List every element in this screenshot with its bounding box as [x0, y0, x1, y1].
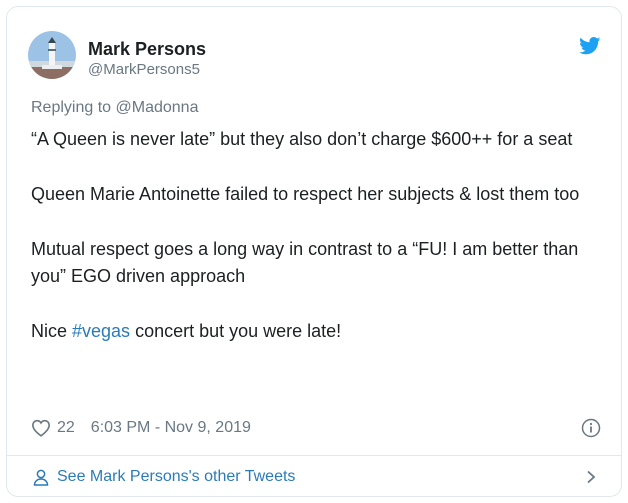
heart-icon[interactable]	[31, 419, 51, 437]
user-name[interactable]: Mark Persons	[88, 39, 206, 60]
like-count[interactable]: 22	[57, 419, 75, 437]
chevron-right-icon[interactable]	[585, 470, 597, 484]
tweet-paragraph-4-end: concert but you were late!	[130, 321, 342, 341]
tweet-paragraph-4-start: Nice	[31, 321, 73, 341]
tweet-paragraph-3: Mutual respect goes a long way in contra…	[31, 239, 579, 286]
person-icon	[33, 469, 49, 486]
user-handle[interactable]: @MarkPersons5	[88, 61, 200, 78]
other-tweets-link[interactable]: See Mark Persons's other Tweets	[7, 456, 621, 496]
tweet-text: “A Queen is never late” but they also do…	[31, 126, 601, 345]
tweet-paragraph-4: Nice #vegas concert but you were late!	[31, 318, 601, 345]
reply-prefix: Replying to	[31, 99, 112, 116]
hashtag-link[interactable]: #vegas	[72, 321, 130, 341]
reply-context: Replying to @Madonna	[31, 99, 198, 117]
tweet-paragraph-2: Queen Marie Antoinette failed to respect…	[31, 184, 580, 204]
avatar[interactable]	[28, 31, 76, 79]
tweet-card: Mark Persons @MarkPersons5 Replying to @…	[6, 6, 622, 497]
tweet-paragraph-1: “A Queen is never late” but they also do…	[31, 129, 573, 149]
other-tweets-label[interactable]: See Mark Persons's other Tweets	[57, 468, 295, 486]
info-icon[interactable]	[581, 418, 601, 438]
tweet-timestamp[interactable]: 6:03 PM - Nov 9, 2019	[91, 419, 251, 437]
tweet-meta: 22 6:03 PM - Nov 9, 2019	[31, 419, 251, 437]
reply-target-link[interactable]: @Madonna	[116, 99, 199, 116]
twitter-bird-icon[interactable]	[579, 37, 601, 55]
